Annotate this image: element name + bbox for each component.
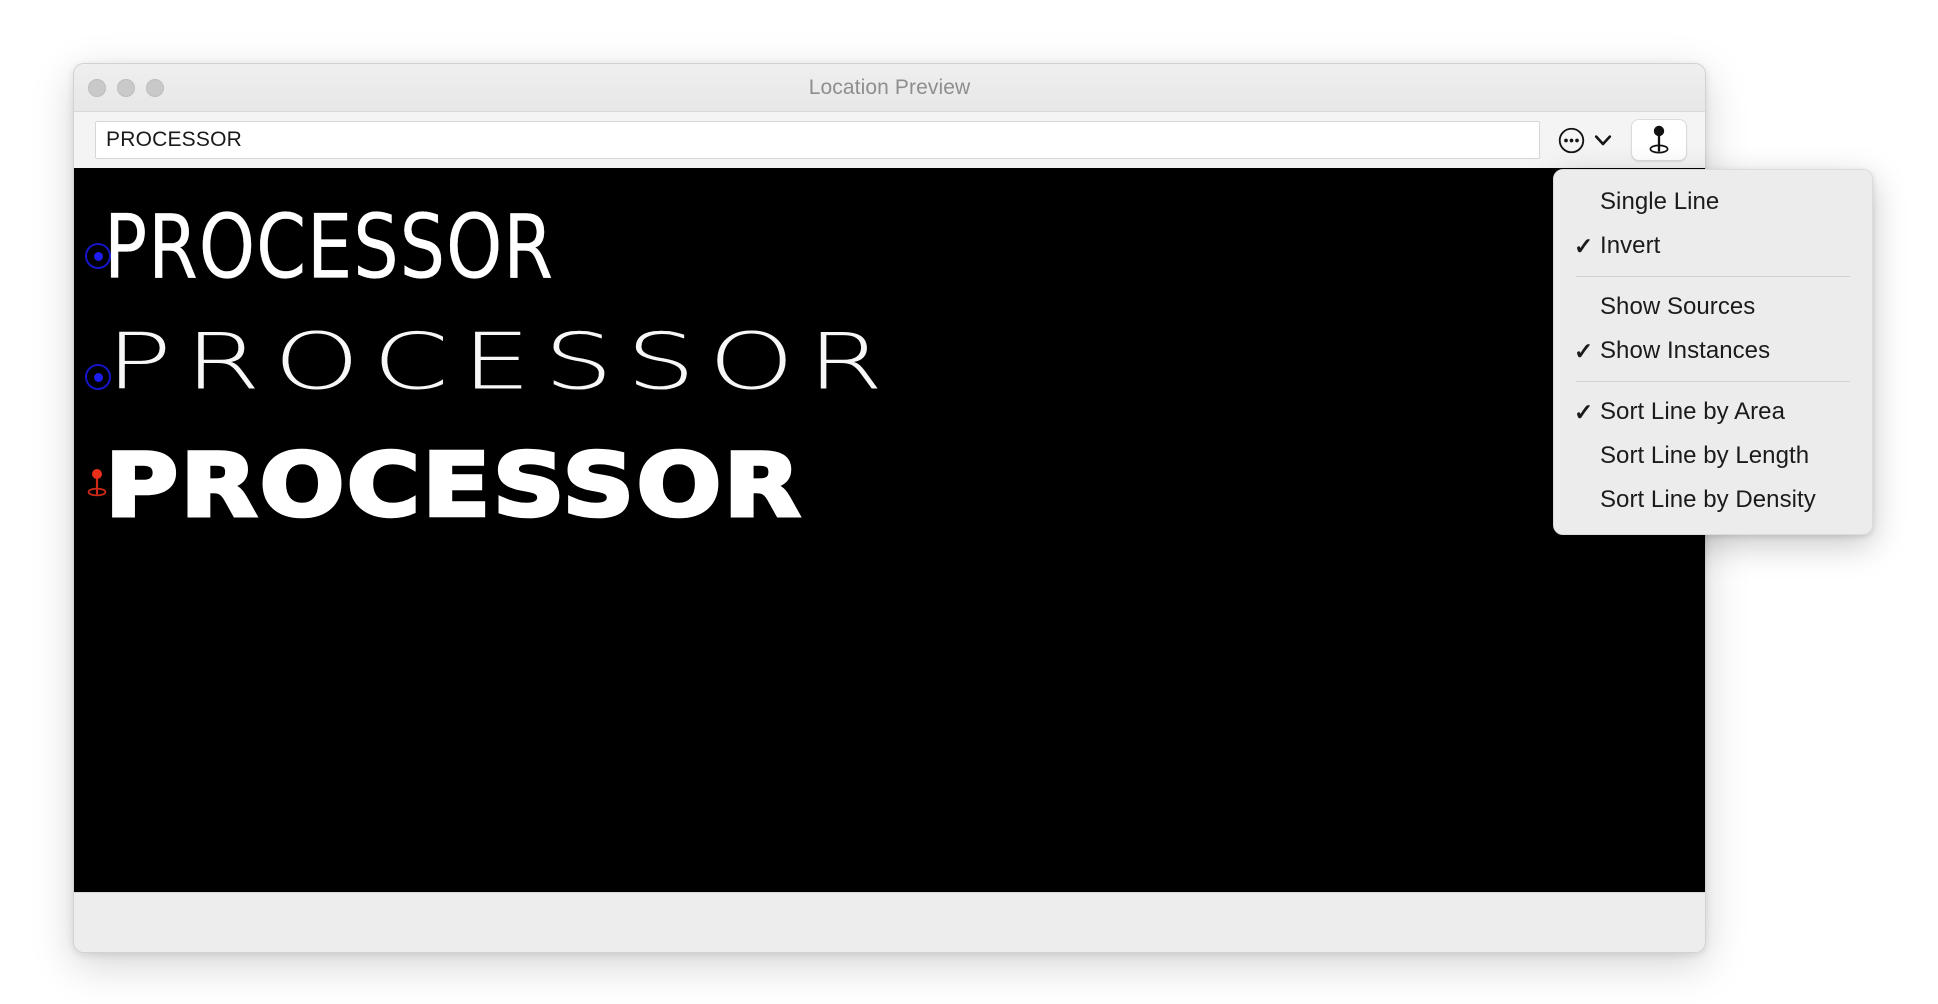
menu-item-invert[interactable]: ✓ Invert: [1554, 224, 1872, 268]
location-pin-button[interactable]: [1631, 119, 1687, 161]
page-title: Location Preview: [808, 76, 971, 99]
menu-separator: [1576, 381, 1850, 382]
location-preview-window: Location Preview PROCESSOR PROCESSOR PRO…: [73, 63, 1706, 953]
preview-line-2: PROCESSOR: [106, 316, 897, 407]
toolbar: [74, 112, 1705, 168]
chevron-down-icon[interactable]: [1593, 130, 1613, 150]
menu-item-label: Single Line: [1600, 188, 1720, 215]
status-bar: [74, 892, 1705, 952]
menu-item-single-line[interactable]: Single Line: [1554, 180, 1872, 224]
menu-item-label: Show Sources: [1600, 293, 1756, 320]
search-input[interactable]: [95, 121, 1540, 159]
menu-separator: [1576, 276, 1850, 277]
menu-item-label: Sort Line by Length: [1600, 442, 1810, 469]
menu-item-label: Sort Line by Density: [1600, 486, 1816, 513]
screen: Location Preview PROCESSOR PROCESSOR PRO…: [0, 0, 1938, 1004]
menu-item-label: Sort Line by Area: [1600, 398, 1785, 425]
menu-item-show-sources[interactable]: Show Sources: [1554, 285, 1872, 329]
preview-line-3: PROCESSOR: [103, 434, 803, 537]
menu-item-sort-line-by-density[interactable]: Sort Line by Density: [1554, 478, 1872, 522]
ellipsis-circle-icon[interactable]: [1558, 127, 1585, 154]
menu-item-label: Show Instances: [1600, 337, 1771, 364]
options-dropdown-menu[interactable]: Single Line ✓ Invert Show Sources ✓ Show Inst…: [1553, 169, 1873, 535]
location-pin-icon: [1646, 125, 1672, 155]
menu-item-sort-line-by-length[interactable]: Sort Line by Length: [1554, 434, 1872, 478]
options-menu-button[interactable]: [1558, 127, 1613, 154]
title-bar: Location Preview: [74, 64, 1705, 112]
checkmark-icon: ✓: [1574, 233, 1594, 259]
checkmark-icon: ✓: [1574, 338, 1594, 364]
checkmark-icon: ✓: [1574, 399, 1594, 425]
menu-item-show-instances[interactable]: ✓ Show Instances: [1554, 329, 1872, 373]
menu-item-sort-line-by-area[interactable]: ✓ Sort Line by Area: [1554, 390, 1872, 434]
preview-canvas[interactable]: PROCESSOR PROCESSOR PROCESSOR: [74, 168, 1705, 892]
menu-item-label: Invert: [1600, 232, 1661, 259]
preview-line-1: PROCESSOR: [104, 196, 555, 300]
